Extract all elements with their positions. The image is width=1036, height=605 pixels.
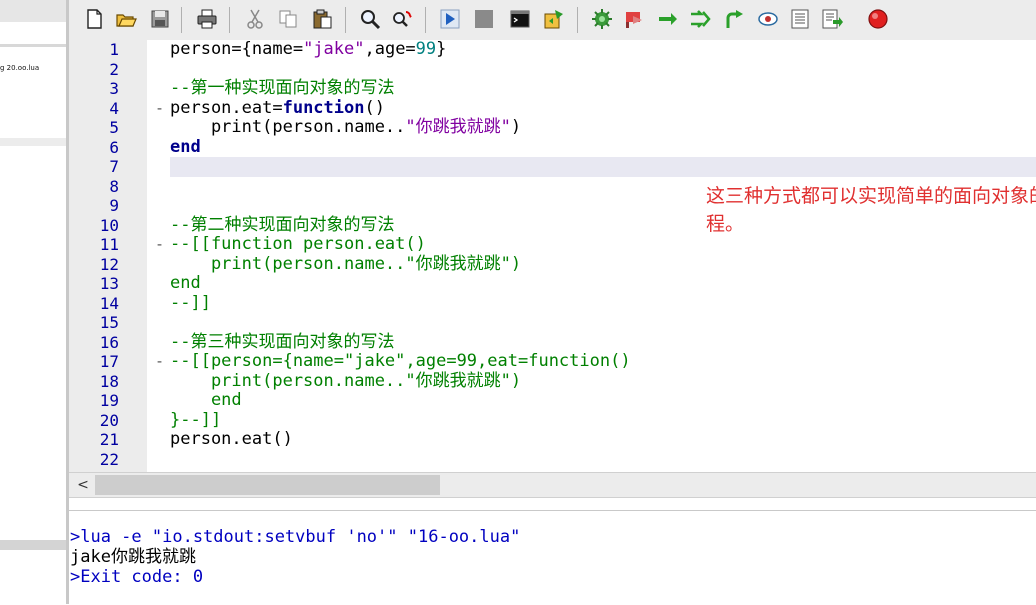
fold-marker[interactable]: - <box>155 99 164 119</box>
toolbar-separator <box>425 7 426 33</box>
output-text-line: jake你跳我就跳 <box>70 547 196 567</box>
line-number: 11 <box>99 235 119 254</box>
code-token: () <box>364 97 385 118</box>
line-number: 7 <box>109 157 119 176</box>
code-line-20: }--]] <box>170 409 222 430</box>
toolbar <box>69 0 1036 41</box>
line-number: 10 <box>99 215 119 235</box>
file-explorer-pane: g 20.oo.lua <box>0 0 67 604</box>
explorer-divider <box>0 44 66 47</box>
copy-icon[interactable] <box>277 8 299 30</box>
line-number: 13 <box>99 274 119 293</box>
breakpoint-icon[interactable] <box>867 8 889 30</box>
fold-marker[interactable]: - <box>155 235 164 255</box>
line-number: 19 <box>99 391 119 410</box>
fold-marker[interactable]: - <box>155 352 164 372</box>
line-number: 3 <box>109 79 119 98</box>
line-number: 2 <box>109 59 119 79</box>
code-line-14: --]] <box>170 292 211 313</box>
new-icon[interactable] <box>83 8 105 30</box>
explorer-header <box>0 0 66 22</box>
output-command-line: >lua -e "io.stdout:setvbuf 'no'" "16-oo.… <box>70 527 521 547</box>
code-string: "你跳我就跳" <box>405 117 511 137</box>
console-icon[interactable] <box>509 8 531 30</box>
line-number: 17 <box>99 352 119 371</box>
toolbar-separator <box>229 7 230 33</box>
explorer-section-divider <box>0 138 66 146</box>
line-number: 22 <box>99 449 119 469</box>
code-line-19: end <box>170 390 242 410</box>
line-number: 18 <box>99 371 119 391</box>
step-icon[interactable] <box>657 8 679 30</box>
code-line-10: --第二种实现面向对象的写法 <box>170 214 395 235</box>
output-exit-line: >Exit code: 0 <box>70 567 204 587</box>
output-pane[interactable]: >lua -e "io.stdout:setvbuf 'no'" "16-oo.… <box>69 510 1036 605</box>
open-icon[interactable] <box>115 8 137 30</box>
current-line-highlight <box>170 157 1036 177</box>
run-icon[interactable] <box>543 8 565 30</box>
cut-icon[interactable] <box>244 8 266 30</box>
code-number: 99 <box>415 40 437 59</box>
code-token: print(person.name.. <box>170 117 406 137</box>
stack-icon[interactable] <box>789 8 811 30</box>
scroll-thumb[interactable] <box>95 475 440 495</box>
code-line-1: person={name="jake",age=99} <box>170 40 446 60</box>
line-number: 16 <box>99 332 119 352</box>
code-token: ,age= <box>364 40 416 59</box>
code-token: } <box>436 40 447 59</box>
step-over-icon[interactable] <box>689 8 711 30</box>
code-token: person.eat= <box>170 97 283 118</box>
line-number: 14 <box>99 293 119 313</box>
horizontal-scrollbar[interactable]: < <box>69 472 1036 498</box>
code-line-17: --[[person={name="jake",age=99,eat=funct… <box>170 351 631 371</box>
line-number: 9 <box>109 196 119 215</box>
explorer-file-item[interactable]: g 20.oo.lua <box>0 64 39 72</box>
compile-icon[interactable] <box>439 8 461 30</box>
print-icon[interactable] <box>196 8 218 30</box>
code-line-21: person.eat() <box>170 429 293 449</box>
code-line-5: print(person.name.."你跳我就跳") <box>170 117 522 138</box>
debug-icon[interactable] <box>591 8 613 30</box>
code-line-12: print(person.name.."你跳我就跳") <box>170 253 522 274</box>
code-keyword: function <box>282 97 365 118</box>
code-line-11: --[[function person.eat() <box>170 234 426 254</box>
toolbar-separator <box>345 7 346 33</box>
code-line-4: person.eat=function() <box>170 97 385 119</box>
code-editor[interactable]: 1 2 3 4 5 6 7 8 9 10 11 12 13 14 15 16 1… <box>69 40 1036 472</box>
replace-icon[interactable] <box>391 8 413 30</box>
watch-icon[interactable] <box>757 8 779 30</box>
line-number: 6 <box>109 137 119 157</box>
line-number: 4 <box>109 98 119 118</box>
output-icon[interactable] <box>821 8 843 30</box>
code-line-6: end <box>170 136 201 157</box>
explorer-bottom-divider <box>0 540 66 550</box>
toolbar-separator <box>181 7 182 33</box>
code-token: person={name= <box>170 40 304 59</box>
line-number: 5 <box>109 118 119 137</box>
annotation-note: 这三种方式都可以实现简单的面向对象的编程。 <box>706 185 1036 235</box>
line-number: 12 <box>99 254 119 274</box>
line-number-gutter[interactable]: 1 2 3 4 5 6 7 8 9 10 11 12 13 14 15 16 1… <box>69 40 147 472</box>
line-number: 21 <box>99 430 119 449</box>
save-icon[interactable] <box>149 8 171 30</box>
find-icon[interactable] <box>359 8 381 30</box>
code-line-18: print(person.name.."你跳我就跳") <box>170 370 522 391</box>
line-number: 20 <box>99 410 119 430</box>
line-number: 15 <box>99 313 119 332</box>
code-line-16: --第三种实现面向对象的写法 <box>170 331 395 352</box>
scroll-left-arrow-icon[interactable]: < <box>73 475 93 495</box>
code-line-13: end <box>170 273 201 293</box>
code-token: ) <box>510 117 522 137</box>
line-number: 1 <box>109 40 119 59</box>
step-out-icon[interactable] <box>723 8 745 30</box>
stop-debug-icon[interactable] <box>623 8 645 30</box>
build-icon[interactable] <box>473 8 495 30</box>
code-line-3: --第一种实现面向对象的写法 <box>170 78 395 98</box>
line-number: 8 <box>109 176 119 196</box>
paste-icon[interactable] <box>311 8 333 30</box>
toolbar-separator <box>577 7 578 33</box>
code-string: "jake" <box>303 40 365 59</box>
